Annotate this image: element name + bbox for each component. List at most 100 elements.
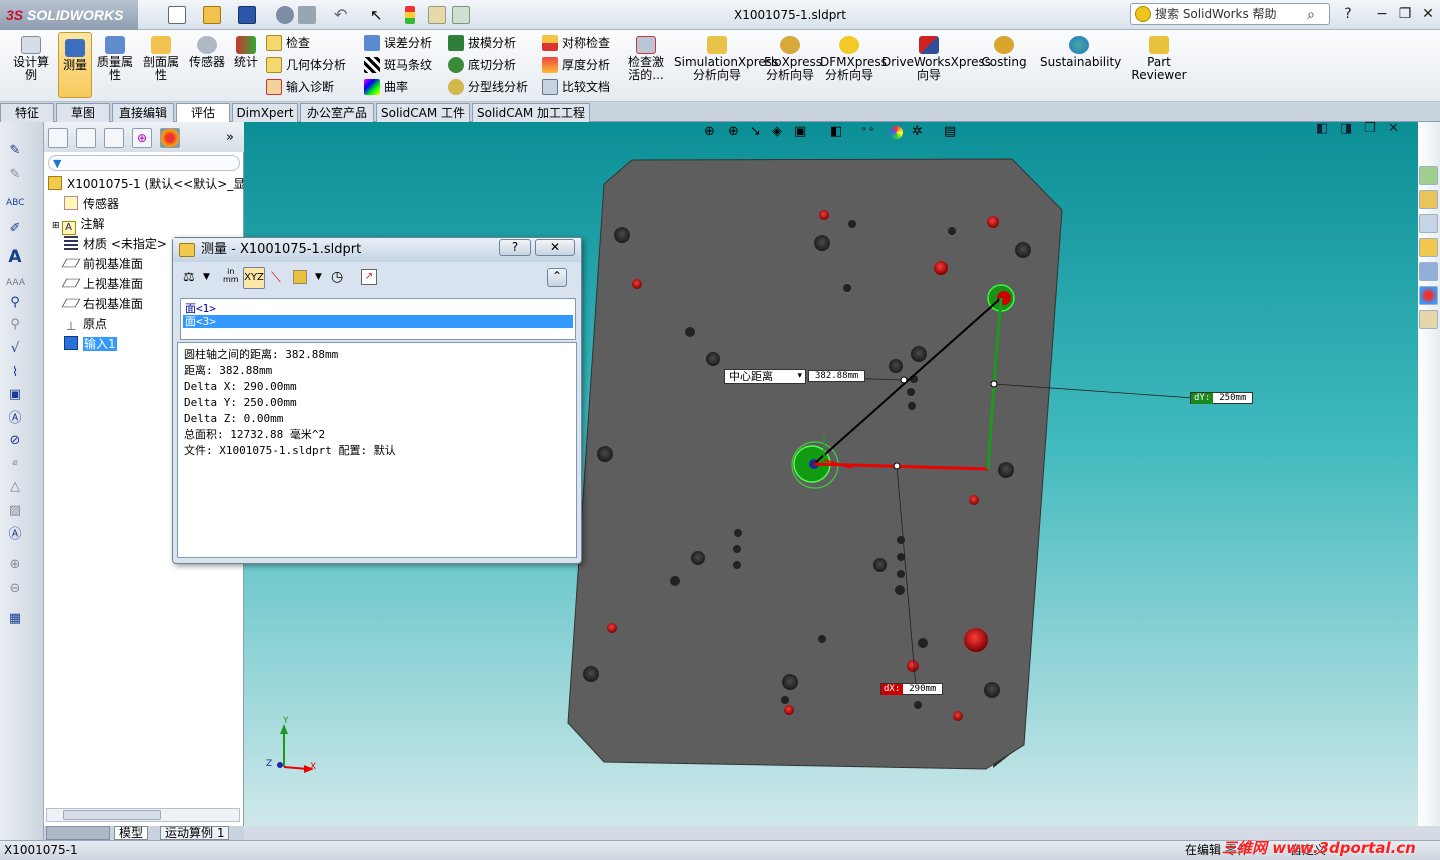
tree-item-front-plane[interactable]: 前视基准面: [61, 254, 143, 274]
view-palette-icon[interactable]: [1419, 262, 1438, 281]
tree-item-annotations[interactable]: ⊞ A 注解: [52, 214, 105, 235]
minimize-button[interactable]: −: [1372, 4, 1392, 24]
selection-item-face3[interactable]: 面<3>: [183, 315, 573, 328]
tab-solidcam-machining[interactable]: SolidCAM 加工工程: [472, 103, 590, 122]
tree-item-right-plane[interactable]: 右视基准面: [61, 294, 143, 314]
linear-pattern-note-icon[interactable]: AAA: [6, 274, 25, 292]
sensor-button[interactable]: 传感器: [186, 30, 228, 69]
expand-plus-icon[interactable]: ⊞: [52, 221, 60, 231]
thickness-analysis-button[interactable]: 厚度分析: [540, 54, 610, 76]
options-icon[interactable]: [452, 6, 470, 24]
traffic-light-icon[interactable]: [405, 6, 415, 24]
dimxpert-manager-tab-icon[interactable]: ⊕: [132, 128, 152, 148]
spell-check-icon[interactable]: ABC: [6, 194, 24, 212]
check-active-button[interactable]: 检查激活的...: [624, 30, 668, 82]
symmetry-check-button[interactable]: 对称检查: [540, 32, 610, 54]
hole-callout-icon[interactable]: ⌀: [6, 454, 24, 472]
open-icon[interactable]: [203, 6, 221, 24]
tab-solidcam-stock[interactable]: SolidCAM 工件: [376, 103, 470, 122]
check-button[interactable]: 检查: [264, 32, 310, 54]
solidworks-resources-icon[interactable]: [1419, 166, 1438, 185]
measure-history-icon[interactable]: ◷: [331, 269, 343, 285]
tree-item-sensors[interactable]: 传感器: [64, 194, 119, 214]
expand-tabs-icon[interactable]: »: [226, 130, 234, 145]
display-manager-tab-icon[interactable]: [160, 128, 180, 148]
custom-properties-icon[interactable]: [1419, 310, 1438, 329]
feature-manager-tab-icon[interactable]: [48, 128, 68, 148]
measure-button[interactable]: 测量: [58, 32, 92, 98]
dimension-icon[interactable]: ✎: [6, 142, 24, 160]
tab-evaluate[interactable]: 评估: [176, 103, 230, 122]
measure-dialog-titlebar[interactable]: 测量 - X1001075-1.sldprt ? ✕: [173, 238, 581, 262]
compare-documents-button[interactable]: 比较文档: [540, 76, 610, 98]
floxpress-button[interactable]: FloXpress 分析向导: [764, 30, 822, 82]
close-button[interactable]: ✕: [1418, 4, 1438, 24]
new-document-icon[interactable]: [168, 6, 186, 24]
center-distance-dropdown[interactable]: 中心距离 ▾: [724, 369, 806, 384]
file-explorer-icon[interactable]: [1419, 238, 1438, 257]
tree-item-import1[interactable]: 输入1: [64, 334, 117, 354]
tree-horizontal-scrollbar[interactable]: [46, 808, 240, 822]
design-library-icon[interactable]: [1419, 214, 1438, 233]
tree-item-top-plane[interactable]: 上视基准面: [61, 274, 143, 294]
warning-icon[interactable]: △: [6, 478, 24, 496]
magnifier-icon[interactable]: ⌕: [1307, 5, 1315, 25]
solidworks-logo[interactable]: 3S SOLIDWORKS: [0, 0, 138, 30]
surface-finish-icon[interactable]: √: [6, 340, 24, 358]
tab-office-products[interactable]: 办公室产品: [300, 103, 374, 122]
tab-scroll-arrows[interactable]: [46, 826, 110, 840]
datum-feature-icon[interactable]: Ⓐ: [6, 410, 24, 428]
auto-balloon-icon[interactable]: ⚲: [6, 316, 24, 334]
undo-icon[interactable]: ↶: [334, 6, 352, 24]
datum-target-icon[interactable]: ⊘: [6, 432, 24, 450]
rebuild-options-icon[interactable]: [276, 6, 294, 24]
tab-motion-study[interactable]: 运动算例 1: [160, 826, 230, 840]
tree-root[interactable]: X1001075-1 (默认<<默认>_显: [48, 174, 245, 194]
tree-item-origin[interactable]: ⊥ 原点: [64, 314, 107, 334]
tree-item-material[interactable]: 材质 <未指定>: [64, 234, 167, 254]
select-arrow-icon[interactable]: ↖: [370, 6, 388, 24]
tab-dimxpert[interactable]: DimXpert: [232, 103, 298, 122]
tab-direct-edit[interactable]: 直接编辑: [112, 103, 174, 122]
xyz-measurements-icon[interactable]: XYZ: [243, 267, 265, 289]
dimension-gray-icon[interactable]: ✎: [6, 166, 24, 184]
dropdown-arrow-icon[interactable]: ▼: [203, 272, 210, 282]
table-icon[interactable]: ▦: [6, 610, 24, 628]
curvature-button[interactable]: 曲率: [362, 76, 408, 98]
configuration-manager-tab-icon[interactable]: [104, 128, 124, 148]
tab-model[interactable]: 模型: [114, 826, 149, 840]
home-icon[interactable]: [1419, 190, 1438, 209]
collapse-dialog-button[interactable]: ⌃: [547, 268, 567, 287]
tab-sketch[interactable]: 草图: [56, 103, 110, 122]
selection-item-face1[interactable]: 面<1>: [183, 302, 573, 315]
tree-filter[interactable]: [48, 155, 240, 171]
point-to-point-icon[interactable]: ⟍: [271, 270, 281, 286]
section-properties-button[interactable]: 剖面属性: [140, 30, 182, 82]
block-icon[interactable]: Ⓐ: [6, 526, 24, 544]
draft-analysis-button[interactable]: 拔模分析: [446, 32, 516, 54]
units-precision-icon[interactable]: in mm: [223, 268, 239, 284]
geometry-analysis-button[interactable]: 几何体分析: [264, 54, 346, 76]
help-search-box[interactable]: 搜索 SolidWorks 帮助 ⌕: [1130, 3, 1330, 25]
design-study-button[interactable]: 设计算例: [8, 30, 54, 82]
import-diagnostics-button[interactable]: 输入诊断: [264, 76, 334, 98]
sustainability-button[interactable]: Sustainability: [1040, 30, 1121, 69]
undercut-analysis-button[interactable]: 底切分析: [446, 54, 516, 76]
projection-icon[interactable]: [293, 270, 307, 284]
dfmxpress-button[interactable]: DFMXpress 分析向导: [820, 30, 887, 82]
part-reviewer-button[interactable]: Part Reviewer: [1128, 30, 1190, 82]
simulationxpress-button[interactable]: SimulationXpress 分析向导: [674, 30, 778, 82]
statistics-button[interactable]: 统计: [230, 30, 262, 69]
driveworksxpress-button[interactable]: DriveWorksXpress 向导: [882, 30, 991, 82]
help-menu-button[interactable]: ?: [1338, 4, 1358, 24]
selection-list[interactable]: 面<1> 面<3>: [180, 298, 576, 340]
parting-line-analysis-button[interactable]: 分型线分析: [446, 76, 528, 98]
balloon-icon[interactable]: ⚲: [6, 294, 24, 312]
file-properties-icon[interactable]: [428, 6, 446, 24]
create-sensor-icon[interactable]: ↗: [361, 269, 377, 285]
print-icon[interactable]: [298, 6, 316, 24]
geometric-tolerance-icon[interactable]: ▣: [6, 386, 24, 404]
mass-properties-button[interactable]: 质量属性: [94, 30, 136, 82]
zebra-stripes-button[interactable]: 斑马条纹: [362, 54, 432, 76]
tab-features[interactable]: 特征: [0, 103, 54, 122]
